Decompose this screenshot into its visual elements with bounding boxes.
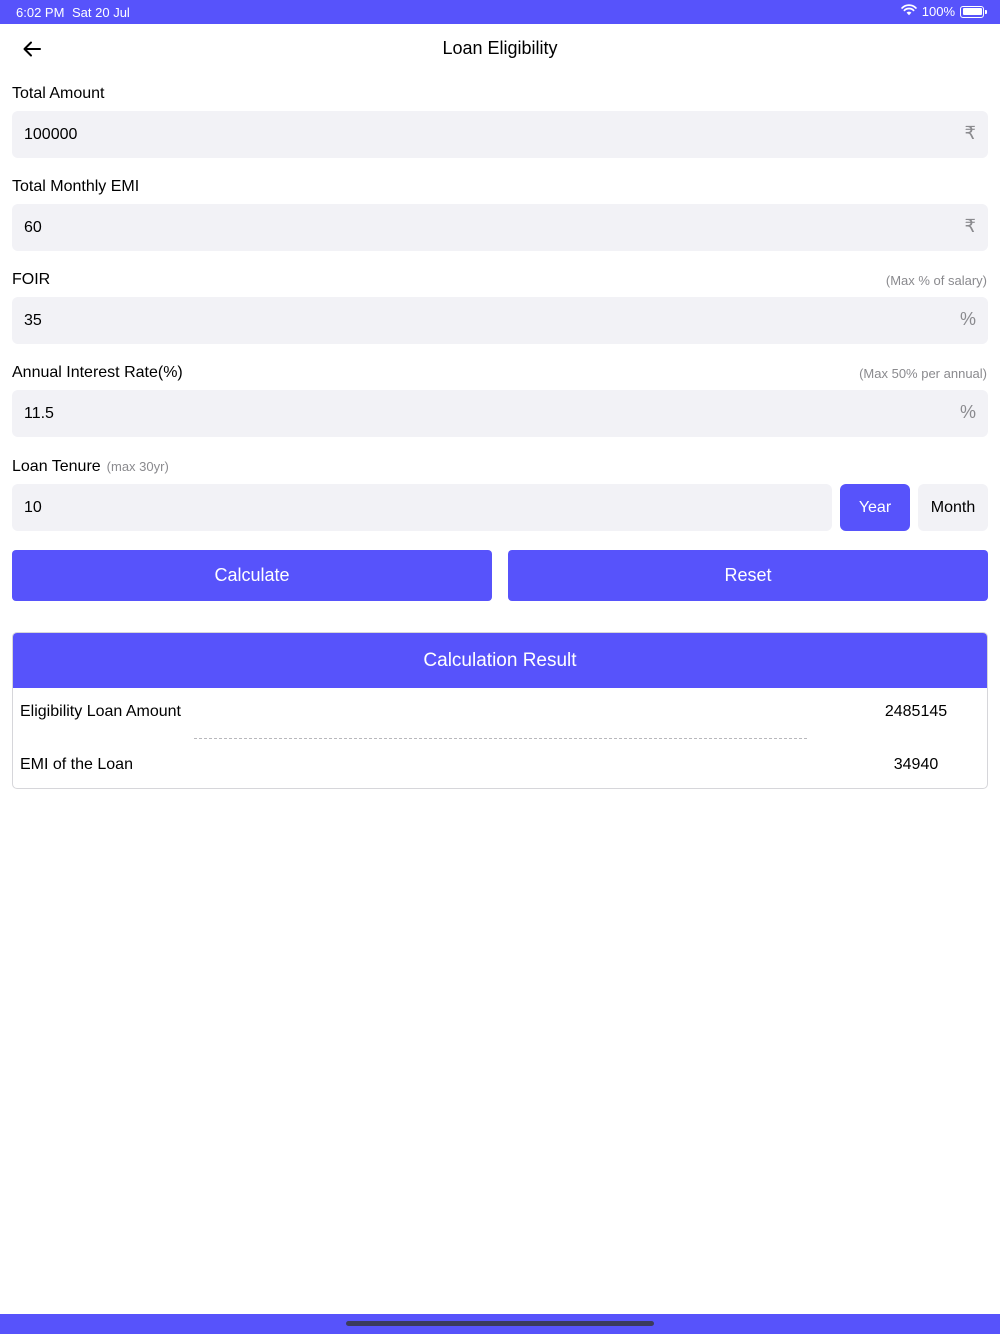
loan-emi-label: EMI of the Loan [20, 756, 133, 773]
foir-label: FOIR [12, 271, 51, 288]
monthly-emi-field: ₹ [12, 204, 988, 251]
interest-rate-input[interactable] [24, 390, 904, 437]
status-date: Sat 20 Jul [72, 5, 130, 20]
tenure-month-toggle[interactable]: Month [918, 484, 988, 531]
result-divider [194, 738, 807, 739]
battery-percent: 100% [921, 4, 955, 19]
tenure-hint: (max 30yr) [106, 459, 169, 474]
eligibility-amount-value: 2485145 [884, 703, 948, 720]
percent-icon: % [959, 309, 976, 329]
result-card: Calculation Result Eligibility Loan Amou… [12, 632, 988, 789]
total-amount-field: ₹ [12, 111, 988, 158]
tenure-label: Loan Tenure [12, 458, 101, 475]
loan-emi-value: 34940 [893, 756, 939, 773]
tenure-label-row: Loan Tenure (max 30yr) [12, 458, 169, 476]
percent-icon: % [959, 402, 976, 422]
foir-field: % [12, 297, 988, 344]
total-amount-label: Total Amount [12, 85, 105, 102]
battery-fill [962, 8, 982, 15]
status-time: 6:02 PM [16, 5, 65, 20]
rupee-icon: ₹ [964, 216, 976, 236]
wifi-icon [901, 4, 917, 19]
page-title: Loan Eligibility [442, 38, 558, 58]
tenure-field [12, 484, 832, 531]
nav-bar: Loan Eligibility [0, 24, 1000, 74]
eligibility-amount-label: Eligibility Loan Amount [20, 703, 181, 720]
foir-input[interactable] [24, 297, 904, 344]
monthly-emi-input[interactable] [24, 204, 904, 251]
calculate-button[interactable]: Calculate [12, 550, 492, 601]
reset-button[interactable]: Reset [508, 550, 988, 601]
interest-rate-label: Annual Interest Rate(%) [12, 364, 183, 381]
tenure-year-toggle[interactable]: Year [840, 484, 910, 531]
result-title: Calculation Result [13, 633, 987, 688]
battery-icon [960, 5, 987, 18]
status-bar: 6:02 PM Sat 20 Jul 100% [0, 0, 1000, 24]
interest-rate-hint: (Max 50% per annual) [859, 366, 987, 381]
interest-rate-field: % [12, 390, 988, 437]
foir-hint: (Max % of salary) [885, 273, 987, 288]
status-right: 100% [901, 4, 987, 19]
home-indicator[interactable] [346, 1321, 654, 1326]
tenure-input[interactable] [24, 484, 804, 531]
rupee-icon: ₹ [964, 123, 976, 143]
total-amount-input[interactable] [24, 111, 904, 158]
monthly-emi-label: Total Monthly EMI [12, 178, 140, 195]
bottom-bar [0, 1314, 1000, 1334]
